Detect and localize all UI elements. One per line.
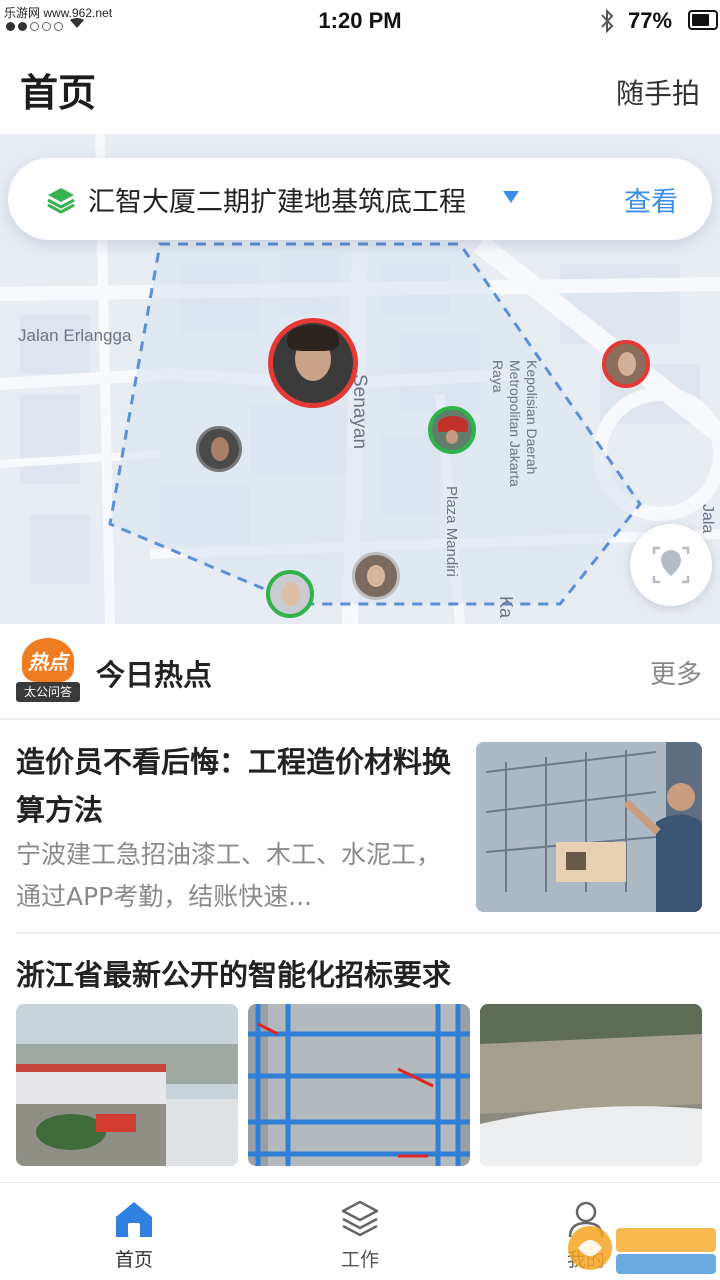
project-name: 汇智大厦二期扩建地基筑底工程 — [88, 187, 466, 218]
map-label-plaza-mandiri: Plaza Mandiri — [443, 486, 460, 577]
snapshot-button[interactable]: 随手拍 — [616, 72, 700, 112]
tab-label: 首页 — [114, 1249, 153, 1271]
divider — [0, 718, 720, 720]
home-icon — [116, 1202, 152, 1237]
more-button[interactable]: 更多 — [650, 654, 702, 691]
hot-section-header: 热点 太公问答 今日热点 更多 — [0, 624, 720, 720]
article-image[interactable] — [476, 742, 702, 912]
hot-logo: 热点 太公问答 — [16, 638, 80, 702]
article-title[interactable]: 造价员不看后悔：工程造价材料换算方法 — [16, 738, 456, 834]
tab-label: 工作 — [340, 1249, 379, 1271]
worker-avatar-main[interactable] — [268, 318, 358, 408]
view-project-button[interactable]: 查看 — [624, 180, 678, 219]
tab-work[interactable]: 工作 — [240, 1183, 480, 1280]
watermark-logo — [568, 1226, 716, 1274]
article-thumb-3[interactable] — [480, 1004, 702, 1166]
worker-avatar-right[interactable] — [602, 340, 650, 388]
locate-button[interactable] — [630, 524, 712, 606]
caret-down-icon[interactable] — [502, 190, 520, 204]
article-title[interactable]: 浙江省最新公开的智能化招标要求 — [16, 952, 451, 994]
worker-avatar-left[interactable] — [196, 426, 242, 472]
article-thumb-1[interactable] — [16, 1004, 238, 1166]
worker-avatar-green[interactable] — [266, 570, 314, 618]
hot-logo-text: 热点 — [28, 650, 68, 674]
battery-level — [692, 14, 709, 26]
site-map[interactable]: Jalan Erlangga Senayan Kepolisian Daerah… — [0, 134, 720, 624]
status-bar: 乐游网 www.962.net 1:20 PM 77% — [0, 0, 720, 44]
map-label-ka: Ka — [496, 596, 516, 619]
location-pin-icon — [652, 546, 690, 584]
divider — [16, 932, 720, 934]
article-desc: 宁波建工急招油漆工、木工、水泥工，通过APP考勤，结账快速... — [16, 840, 442, 911]
project-selector[interactable]: 汇智大厦二期扩建地基筑底工程 查看 — [8, 158, 712, 240]
layers-icon — [47, 188, 75, 214]
battery-percent: 77% — [628, 8, 673, 33]
map-label-police: Kepolisian Daerah Metropolitan Jakarta R… — [490, 360, 540, 487]
hot-title: 今日热点 — [96, 658, 213, 692]
map-label-erlangga: Jalan Erlangga — [18, 326, 132, 345]
worker-avatar-bottom[interactable] — [352, 552, 400, 600]
worker-avatar-umbrella[interactable] — [428, 406, 476, 454]
layers-icon — [341, 1200, 379, 1237]
article-thumb-2[interactable] — [248, 1004, 470, 1166]
hot-logo-sub: 太公问答 — [16, 682, 80, 702]
page-title: 首页 — [20, 71, 97, 115]
app-screen: 乐游网 www.962.net 1:20 PM 77% 首页 随手拍 Jalan… — [0, 0, 720, 1280]
bluetooth-icon — [601, 8, 614, 34]
tab-home[interactable]: 首页 — [14, 1183, 254, 1280]
top-header: 首页 随手拍 — [0, 44, 720, 134]
battery-icon — [688, 10, 718, 30]
